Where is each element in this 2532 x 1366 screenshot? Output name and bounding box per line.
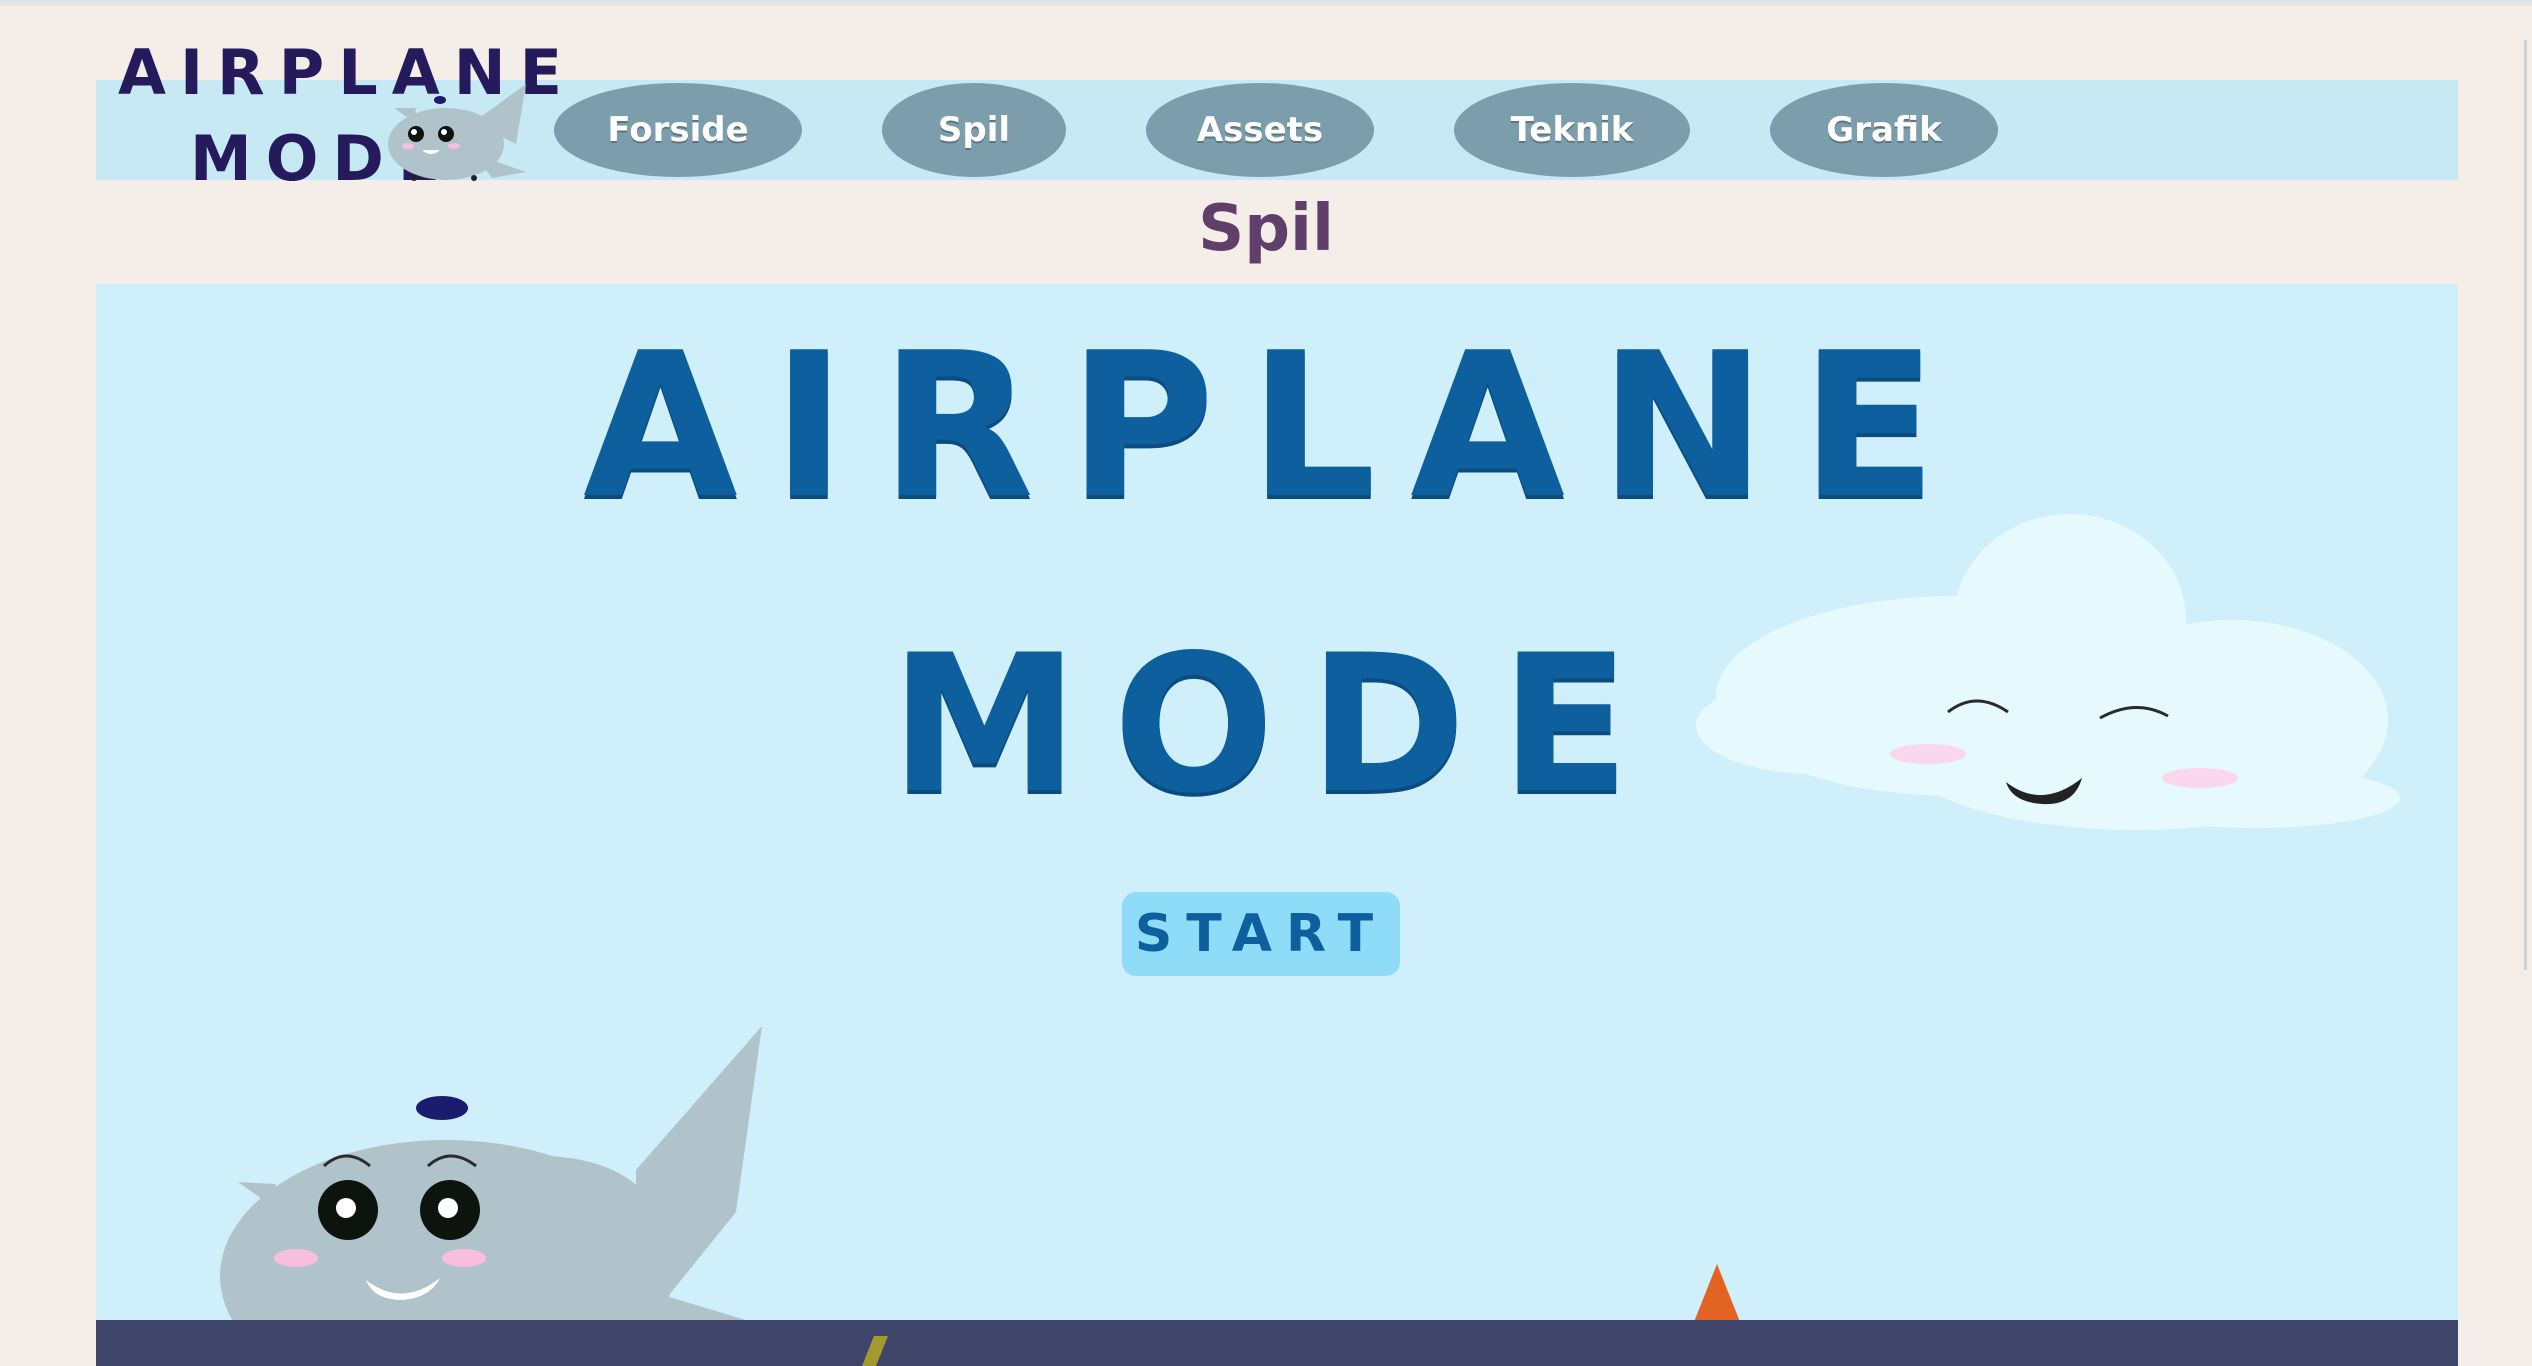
nav-item-grafik[interactable]: Grafik — [1770, 83, 1998, 177]
nav-item-assets[interactable]: Assets — [1146, 83, 1374, 177]
nav-item-teknik[interactable]: Teknik — [1454, 83, 1690, 177]
scrollbar[interactable] — [2524, 40, 2527, 970]
airplane-character — [220, 1026, 766, 1366]
logo-plane-icon — [388, 84, 526, 181]
ground-stick — [862, 1336, 888, 1366]
nav-item-forside[interactable]: Forside — [554, 83, 802, 177]
browser-top-border — [0, 0, 2532, 6]
ground — [96, 1320, 2458, 1366]
cloud-character — [1696, 514, 2400, 830]
nav-item-spil[interactable]: Spil — [882, 83, 1066, 177]
page-title: Spil — [1198, 192, 1334, 266]
game-canvas[interactable]: AIRPLANE MODE START — [96, 284, 2458, 1366]
start-button[interactable]: START — [1122, 892, 1400, 976]
game-title-line1: AIRPLANE — [582, 310, 1971, 543]
